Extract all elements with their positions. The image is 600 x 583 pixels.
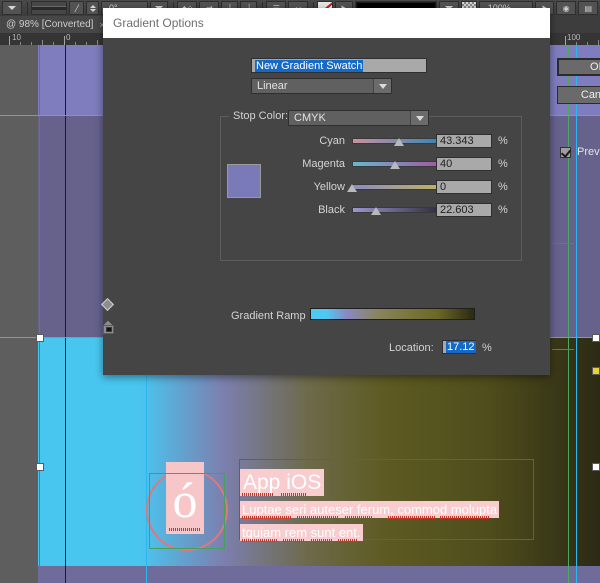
spinner-icon [89, 4, 96, 12]
shear-tool-button[interactable]: / [68, 0, 85, 15]
ok-button[interactable]: OK [557, 58, 600, 76]
gradient-ramp-stop[interactable] [103, 321, 114, 334]
gradient-ramp-label: Gradient Ramp [231, 310, 306, 322]
slider-unit-cyan: % [498, 135, 508, 147]
document-setup-icon: ▤ [584, 3, 592, 13]
stop-color-mode-dropdown[interactable]: CMYK [288, 110, 429, 126]
selection-handle[interactable] [592, 463, 600, 471]
slider-row-yellow[interactable]: Yellow 0 % [220, 180, 522, 194]
location-label: Location: [389, 342, 434, 354]
document-tab[interactable]: @ 98% [Converted] × [0, 16, 111, 33]
slider-thumb-cyan[interactable] [393, 138, 404, 146]
gradient-options-dialog[interactable]: Gradient Options Swatch Name: New Gradie… [101, 8, 600, 375]
artwork-selection-box[interactable] [149, 473, 225, 549]
type-value: Linear [257, 80, 288, 92]
spellcheck-underline [311, 539, 333, 542]
spellcheck-underline [440, 516, 490, 519]
stop-color-mode-value: CMYK [294, 112, 326, 124]
spellcheck-underline [297, 516, 339, 519]
artwork-purple-band-bottom [38, 566, 600, 583]
slider-value-magenta[interactable]: 40 [436, 157, 492, 171]
location-input[interactable]: 17.12 [442, 340, 476, 354]
slider-thumb-black[interactable] [371, 207, 382, 215]
slider-value-yellow[interactable]: 0 [436, 180, 492, 194]
slider-label-cyan: Cyan [319, 135, 345, 147]
guide-vertical-cyan [576, 45, 577, 583]
swatch-name-value: New Gradient Swatch [255, 59, 364, 72]
location-unit: % [482, 342, 492, 354]
preview-checkbox-row[interactable]: Preview [560, 146, 600, 158]
slider-row-cyan[interactable]: Cyan 43.343 % [220, 134, 522, 148]
toolbar-dropdown-button[interactable] [2, 1, 23, 15]
selection-handle[interactable] [592, 334, 600, 342]
slider-label-black: Black [318, 204, 345, 216]
ruler-label: 100 [567, 33, 581, 42]
preview-checkbox[interactable] [560, 146, 571, 158]
shear-icon: / [74, 0, 79, 15]
type-dropdown-button[interactable] [373, 79, 391, 93]
selection-handle-anchor[interactable] [592, 367, 600, 375]
document-tab-label: @ 98% [Converted] [6, 19, 94, 30]
stepper-control[interactable] [86, 1, 99, 15]
dialog-title-bar[interactable]: Gradient Options [103, 8, 550, 38]
preview-label: Preview [577, 146, 600, 158]
stroke-weight-control[interactable] [30, 1, 67, 15]
slider-label-magenta: Magenta [302, 158, 345, 170]
slider-row-black[interactable]: Black 22.603 % [220, 203, 522, 217]
spellcheck-underline [388, 516, 435, 519]
artwork-headline: App iOS [240, 469, 325, 496]
slider-value-black[interactable]: 22.603 [436, 203, 492, 217]
slider-unit-magenta: % [498, 158, 508, 170]
ruler-label: 0 [66, 33, 71, 42]
selection-handle[interactable] [36, 463, 44, 471]
type-dropdown[interactable]: Linear [251, 78, 392, 94]
slider-row-magenta[interactable]: Magenta 40 % [220, 157, 522, 171]
slider-thumb-yellow[interactable] [347, 184, 357, 192]
selection-handle[interactable] [36, 334, 44, 342]
gradient-ramp-midpoint[interactable] [101, 298, 114, 311]
effects-icon: ◉ [562, 3, 570, 13]
guide-vertical-green [568, 45, 569, 583]
guide-mark-red [552, 349, 574, 350]
toolbar-divider [27, 1, 28, 15]
spellcheck-underline [169, 528, 201, 531]
spellcheck-underline [281, 493, 307, 496]
guide-mark-red [552, 243, 574, 244]
gradient-ramp[interactable] [310, 308, 475, 320]
stop-color-legend: Stop Color: [229, 110, 293, 122]
cancel-button[interactable]: Cancel [557, 86, 600, 104]
slider-label-yellow: Yellow [313, 181, 345, 193]
slider-unit-yellow: % [498, 181, 508, 193]
document-setup-button[interactable]: ▤ [577, 1, 599, 15]
chevron-down-icon [415, 115, 424, 121]
chevron-down-icon [378, 83, 387, 89]
slider-thumb-magenta[interactable] [390, 161, 401, 169]
slider-value-cyan[interactable]: 43.343 [436, 134, 492, 148]
ruler-label: 10 [12, 33, 21, 42]
guide-vertical-red [39, 45, 40, 583]
effects-button[interactable]: ◉ [555, 1, 576, 15]
swatch-name-input[interactable]: New Gradient Swatch [251, 58, 427, 73]
chevron-down-icon [8, 6, 17, 10]
dialog-body: Swatch Name: New Gradient Swatch Type: L… [101, 38, 600, 375]
slider-unit-black: % [498, 204, 508, 216]
dialog-title: Gradient Options [113, 16, 204, 30]
spellcheck-underline [345, 516, 373, 519]
guide-vertical-black [65, 45, 66, 583]
spellcheck-underline [283, 539, 305, 542]
stroke-weight-icon [31, 6, 66, 10]
spellcheck-underline [338, 539, 358, 542]
spellcheck-underline [242, 516, 292, 519]
location-value: 17.12 [446, 341, 476, 353]
stop-color-dropdown-button[interactable] [410, 111, 428, 125]
spellcheck-underline [242, 493, 273, 496]
spellcheck-underline [242, 539, 278, 542]
